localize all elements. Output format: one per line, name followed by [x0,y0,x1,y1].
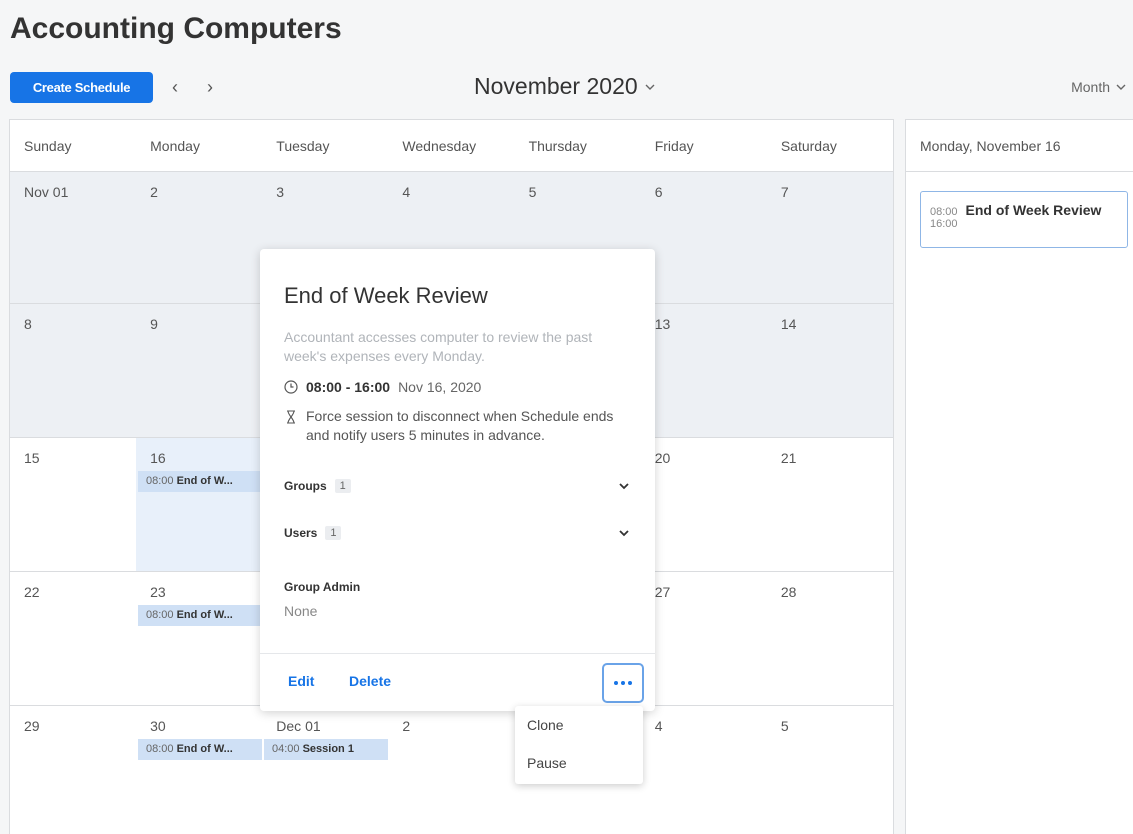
hourglass-icon [287,410,295,424]
more-dot [628,681,632,685]
day-cell[interactable]: 7 [767,172,893,303]
day-cell[interactable]: 13 [641,304,767,437]
day-detail-header: Monday, November 16 [906,120,1133,172]
edit-button[interactable]: Edit [288,673,314,689]
event-chip[interactable]: 08:00 End of W... [138,605,262,626]
day-cell[interactable]: 2 [388,706,514,834]
prev-month-icon[interactable]: ‹ [165,76,185,98]
groups-count-badge: 1 [334,479,351,493]
week-row: 29 30 Dec 01 2 3 4 5 08:00 End of W... 0… [10,706,893,834]
day-cell[interactable]: 23 [136,572,262,705]
day-cell[interactable]: 27 [641,572,767,705]
event-chip[interactable]: 08:00 End of W... [138,739,262,760]
clock-icon [284,380,298,394]
month-label: November 2020 [474,73,638,99]
event-chip[interactable]: 04:00 Session 1 [264,739,388,760]
next-month-icon[interactable]: › [200,76,220,98]
dow-thursday: Thursday [528,138,587,154]
chevron-down-icon [1116,84,1126,90]
more-options-menu: Clone Pause [515,706,643,784]
more-dot [614,681,618,685]
dow-monday: Monday [150,138,200,154]
dow-saturday: Saturday [780,138,837,154]
day-cell[interactable]: 15 [10,438,136,571]
day-cell[interactable]: Dec 01 [262,706,388,834]
side-event-start: 08:00 [930,206,958,218]
side-event-end: 16:00 [930,218,958,230]
day-cell[interactable]: 6 [641,172,767,303]
group-admin-label: Group Admin [284,580,361,594]
event-title: End of Week Review [284,283,488,308]
event-popover: End of Week Review Accountant accesses c… [260,249,655,711]
page-title: Accounting Computers [10,12,342,45]
day-detail-panel: Monday, November 16 08:00 End of Week Re… [905,119,1133,834]
groups-label: Groups [284,479,327,493]
dow-tuesday: Tuesday [276,138,330,154]
event-time-range: 08:00 - 16:00 [306,379,391,395]
delete-button[interactable]: Delete [349,673,391,689]
force-disconnect-text: Force session to disconnect when Schedul… [306,408,614,443]
event-description: Accountant accesses computer to review t… [284,329,593,364]
event-chip-time: 08:00 [146,743,174,755]
event-chip-time: 08:00 [146,475,174,487]
group-admin-value: None [284,603,318,619]
day-cell-selected[interactable]: 16 [136,438,263,571]
side-event-card[interactable]: 08:00 End of Week Review 16:00 [920,191,1128,248]
menu-item-clone[interactable]: Clone [515,706,643,744]
users-count-badge: 1 [325,526,342,540]
groups-row[interactable]: Groups 1 [284,479,631,493]
day-cell[interactable]: 20 [641,438,767,571]
month-selector[interactable]: November 2020 [474,73,656,100]
event-chip-name: End of W... [176,475,233,487]
day-cell[interactable]: 9 [136,304,262,437]
event-chip-name: End of W... [176,743,233,755]
calendar-header: Sunday Monday Tuesday Wednesday Thursday… [10,120,893,172]
day-cell[interactable]: 4 [641,706,767,834]
day-cell[interactable]: 2 [136,172,262,303]
view-selector[interactable]: Month [1071,79,1127,95]
chevron-down-icon[interactable] [617,526,631,540]
dow-friday: Friday [654,138,694,154]
side-event-name: End of Week Review [965,202,1102,218]
popover-footer: Edit Delete [260,653,655,711]
more-dot [621,681,625,685]
chevron-down-icon[interactable] [617,479,631,493]
day-cell[interactable]: 29 [10,706,136,834]
dow-sunday: Sunday [24,138,72,154]
more-options-button[interactable] [602,663,644,703]
event-time: 08:00 - 16:00 Nov 16, 2020 [284,379,481,395]
event-date: Nov 16, 2020 [398,379,482,395]
event-chip-time: 08:00 [146,609,174,621]
users-label: Users [284,526,318,540]
menu-item-pause[interactable]: Pause [515,744,643,782]
day-cell[interactable]: 22 [10,572,136,705]
chevron-down-icon [645,84,655,90]
day-cell[interactable]: Nov 01 [10,172,136,303]
day-cell[interactable]: 30 [136,706,262,834]
create-schedule-button[interactable]: Create Schedule [10,72,153,103]
day-cell[interactable]: 28 [767,572,893,705]
event-chip-name: Session 1 [302,743,354,755]
force-disconnect-note: Force session to disconnect when Schedul… [284,407,634,445]
event-chip-time: 04:00 [272,743,300,755]
day-cell[interactable]: 5 [767,706,893,834]
day-cell[interactable]: 8 [10,304,136,437]
view-label: Month [1071,79,1110,95]
event-chip-name: End of W... [176,609,233,621]
day-cell[interactable]: 14 [767,304,893,437]
event-chip[interactable]: 08:00 End of W... [138,471,262,492]
dow-wednesday: Wednesday [402,138,477,154]
users-row[interactable]: Users 1 [284,526,631,540]
day-cell[interactable]: 21 [767,438,893,571]
